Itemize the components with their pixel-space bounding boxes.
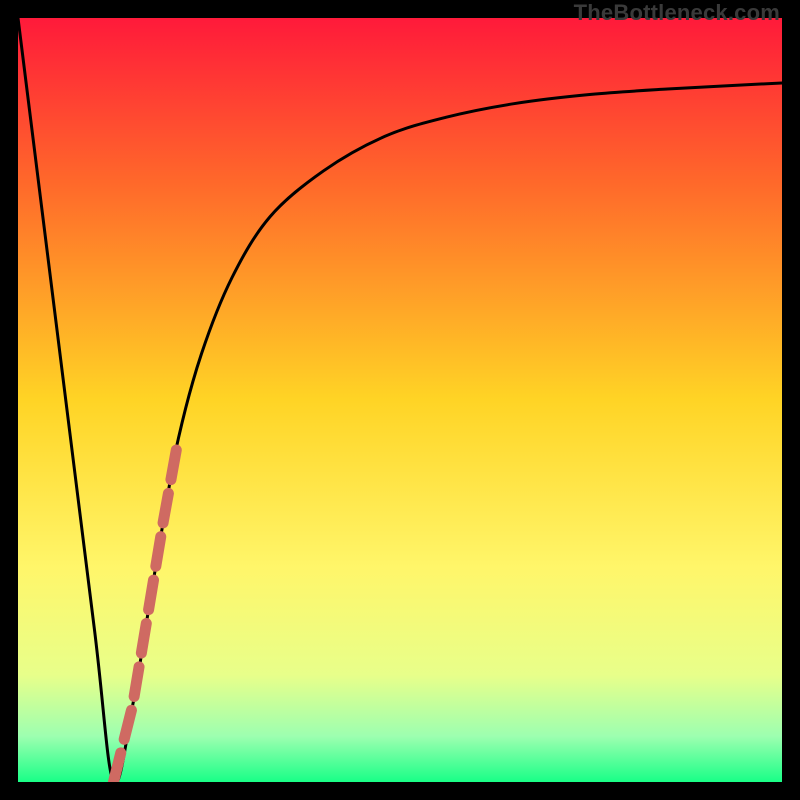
chart-frame	[18, 18, 782, 782]
chart-svg	[18, 18, 782, 782]
highlight-dash	[114, 438, 179, 782]
bottleneck-curve	[18, 18, 782, 782]
watermark-text: TheBottleneck.com	[574, 0, 780, 26]
